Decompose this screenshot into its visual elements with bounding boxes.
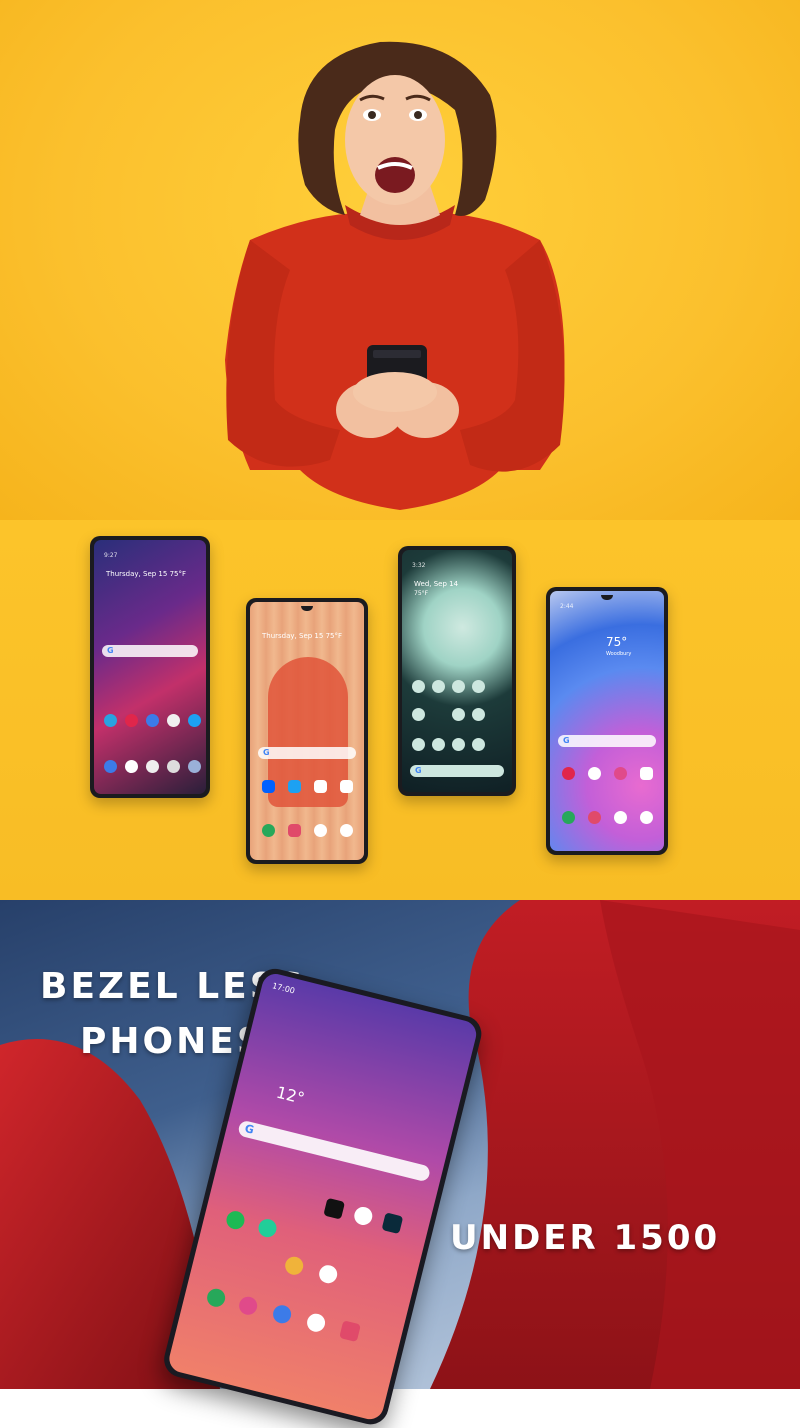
dropbox-icon	[588, 767, 601, 780]
weather-temp: 12°	[274, 1082, 307, 1108]
status-time: 9:27	[104, 552, 118, 559]
chrome-icon	[640, 811, 653, 824]
sync-pro-icon	[472, 708, 485, 721]
woman-illustration	[225, 41, 565, 510]
play-store-icon	[614, 811, 627, 824]
status-time: 3:32	[412, 562, 426, 569]
phone-samsung: 2:44 75° Woodbury G	[546, 587, 668, 855]
temp-label: 75°	[606, 635, 628, 649]
camera-icon	[588, 811, 601, 824]
settings-icon	[472, 738, 485, 751]
robinhood-icon	[256, 1217, 279, 1240]
drive-icon	[314, 780, 327, 793]
google-icon: G	[107, 646, 114, 655]
search-bar: G	[237, 1119, 432, 1183]
google-icon: G	[263, 748, 270, 757]
date-label: Thursday, Sep 15 75°F	[262, 632, 342, 640]
phone-app-icon	[262, 824, 275, 837]
authy-icon	[125, 714, 138, 727]
phone-pixel: 3:32 Wed, Sep 14 75°F G	[398, 546, 516, 796]
date-label: Thursday, Sep 15 75°F	[106, 570, 186, 578]
twitter-icon	[288, 780, 301, 793]
camera-icon	[167, 760, 180, 773]
slack-icon	[340, 780, 353, 793]
messages-icon	[412, 708, 425, 721]
gallery-icon	[237, 1294, 260, 1317]
phone-app-icon	[562, 811, 575, 824]
sync-pro-icon	[167, 714, 180, 727]
location-label: Woodbury	[606, 651, 632, 657]
chrome-icon	[125, 760, 138, 773]
netflix-icon	[323, 1197, 346, 1220]
store-icon	[305, 1311, 327, 1334]
bulb-icon	[283, 1254, 306, 1277]
google-icon: G	[415, 766, 422, 775]
camera-icon	[339, 1320, 361, 1343]
hero-banner	[0, 0, 800, 520]
gallery-icon	[614, 767, 627, 780]
status-time: 17:00	[271, 981, 296, 996]
phone-app-icon	[104, 760, 117, 773]
google-icon: G	[563, 736, 570, 745]
spotify-icon	[224, 1209, 247, 1232]
keep-notes-icon	[452, 680, 465, 693]
messages-icon	[271, 1303, 294, 1326]
search-bar: G	[558, 735, 656, 747]
phones-lineup: 9:27 Thursday, Sep 15 75°F G Thursday, S…	[0, 520, 800, 900]
status-time: 2:44	[560, 603, 574, 610]
subline-price: UNDER 1500	[450, 1218, 721, 1258]
play-store-icon	[314, 824, 327, 837]
google-folder-icon	[640, 767, 653, 780]
search-bar: G	[258, 747, 356, 759]
calendar-icon	[472, 680, 485, 693]
phone-app-icon	[205, 1286, 228, 1309]
search-bar: G	[102, 645, 198, 657]
google-icon: G	[243, 1121, 256, 1137]
camera-icon	[432, 738, 445, 751]
chrome-icon	[317, 1263, 340, 1286]
search-bar: G	[410, 765, 504, 777]
authy-icon	[562, 767, 575, 780]
temp-label: 75°F	[414, 590, 429, 597]
telegram-icon	[104, 714, 117, 727]
headline-line2: PHONES	[80, 1021, 266, 1062]
chrome-icon	[340, 824, 353, 837]
dropbox-icon	[262, 780, 275, 793]
messages-icon	[146, 714, 159, 727]
date-label: Wed, Sep 14	[414, 580, 459, 588]
maps-icon	[452, 708, 465, 721]
phone-motorola: 9:27 Thursday, Sep 15 75°F G	[90, 536, 210, 798]
clock-icon	[412, 680, 425, 693]
camera-notch	[601, 595, 613, 600]
lightroom-icon	[381, 1212, 404, 1235]
twitter-icon	[188, 714, 201, 727]
slack-icon	[352, 1205, 375, 1227]
phone-app-icon	[412, 738, 425, 751]
camera-notch	[301, 606, 313, 611]
phone-oneplus: Thursday, Sep 15 75°F G	[246, 598, 368, 864]
settings-icon	[188, 760, 201, 773]
chrome-icon	[452, 738, 465, 751]
play-store-icon	[146, 760, 159, 773]
gallery-icon	[432, 680, 445, 693]
camera-icon	[288, 824, 301, 837]
